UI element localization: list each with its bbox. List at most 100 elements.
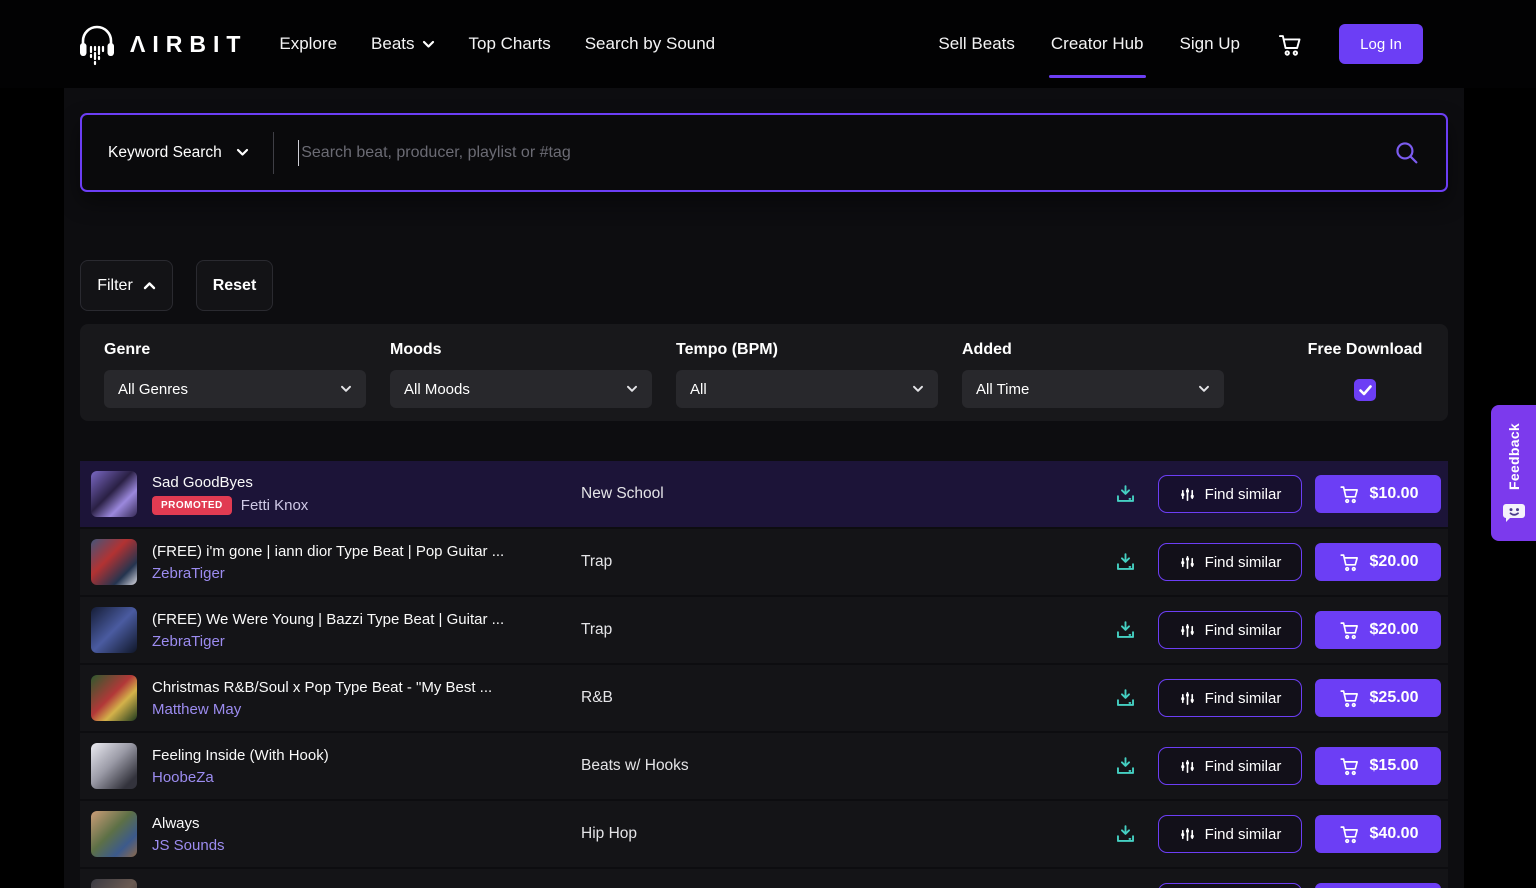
tune-sliders-icon [1179, 622, 1196, 639]
beat-genre: Hip Hop [581, 825, 1114, 843]
find-similar-label: Find similar [1205, 486, 1282, 503]
free-download-icon[interactable] [1114, 823, 1137, 846]
free-download-icon[interactable] [1114, 687, 1137, 710]
add-to-cart-button[interactable]: $15.00 [1315, 747, 1441, 785]
text-caret [298, 140, 300, 166]
brand-name: ΛIRBIT [130, 31, 247, 58]
filter-field-genre: Genre All Genres [104, 341, 366, 421]
cart-icon [1338, 483, 1360, 505]
nav-item-creator-hub[interactable]: Creator Hub [1051, 34, 1144, 54]
nav-item-sign-up[interactable]: Sign Up [1180, 34, 1240, 54]
find-similar-label: Find similar [1205, 622, 1282, 639]
add-to-cart-button[interactable]: $10.00 [1315, 475, 1441, 513]
genre-select[interactable]: All Genres [104, 370, 366, 408]
beat-row[interactable]: (FREE) i'm gone | iann dior Type Beat | … [80, 529, 1448, 595]
price-label: $40.00 [1370, 825, 1419, 843]
filter-toggle-button[interactable]: Filter [80, 260, 173, 311]
filter-field-moods: Moods All Moods [390, 341, 652, 421]
producer-link[interactable]: Fetti Knox [241, 497, 309, 514]
beat-info: (FREE) i'm gone | iann dior Type Beat | … [152, 543, 581, 582]
cart-icon[interactable] [1276, 31, 1303, 58]
beat-thumbnail[interactable] [91, 607, 137, 653]
free-download-icon[interactable] [1114, 483, 1137, 506]
cart-icon [1338, 619, 1360, 641]
add-to-cart-button[interactable]: $25.00 [1315, 679, 1441, 717]
free-download-icon[interactable] [1114, 619, 1137, 642]
chevron-down-icon [912, 385, 924, 393]
beat-thumbnail[interactable] [91, 675, 137, 721]
cart-icon [1338, 823, 1360, 845]
beat-row[interactable]: Always JS Sounds Hip Hop [80, 801, 1448, 867]
add-to-cart-button[interactable]: $40.00 [1315, 815, 1441, 853]
beat-thumbnail[interactable] [91, 539, 137, 585]
beat-row[interactable]: Sad GoodByes PROMOTED Fetti Knox New Sch… [80, 461, 1448, 527]
beat-genre: R&B [581, 689, 1114, 707]
reset-filters-button[interactable]: Reset [196, 260, 273, 311]
add-to-cart-button[interactable]: $20.00 [1315, 543, 1441, 581]
add-to-cart-button[interactable] [1315, 883, 1441, 888]
search-mode-dropdown[interactable]: Keyword Search [108, 144, 249, 162]
search-mode-label: Keyword Search [108, 144, 222, 162]
producer-link[interactable]: Matthew May [152, 701, 241, 718]
search-icon[interactable] [1393, 139, 1420, 166]
beat-thumbnail[interactable] [91, 811, 137, 857]
find-similar-button[interactable]: Find similar [1158, 883, 1302, 888]
nav-item-search-by-sound[interactable]: Search by Sound [585, 34, 715, 54]
beat-thumbnail[interactable] [91, 743, 137, 789]
producer-link[interactable]: HoobeZa [152, 769, 214, 786]
brand-logo[interactable]: ΛIRBIT [76, 21, 247, 67]
find-similar-button[interactable]: Find similar [1158, 475, 1302, 513]
beat-thumbnail[interactable] [91, 471, 137, 517]
tune-sliders-icon [1179, 690, 1196, 707]
added-select[interactable]: All Time [962, 370, 1224, 408]
beat-row[interactable]: Outside - Brooklyn x UK Drill Type Beat … [80, 869, 1448, 888]
moods-select[interactable]: All Moods [390, 370, 652, 408]
producer-link[interactable]: ZebraTiger [152, 633, 225, 650]
free-download-icon[interactable] [1114, 551, 1137, 574]
nav-right: Sell Beats Creator Hub Sign Up Log In [938, 24, 1423, 64]
find-similar-button[interactable]: Find similar [1158, 543, 1302, 581]
producer-link[interactable]: ZebraTiger [152, 565, 225, 582]
search-input[interactable] [301, 144, 1381, 162]
chevron-down-icon [1198, 385, 1210, 393]
find-similar-button[interactable]: Find similar [1158, 679, 1302, 717]
beat-title: Christmas R&B/Soul x Pop Type Beat - "My… [152, 679, 581, 696]
find-similar-button[interactable]: Find similar [1158, 747, 1302, 785]
check-icon [1359, 385, 1372, 396]
producer-link[interactable]: JS Sounds [152, 837, 225, 854]
beat-subline: ZebraTiger [152, 565, 581, 582]
feedback-tab[interactable]: Feedback [1491, 405, 1536, 541]
beat-title: Always [152, 815, 581, 832]
headphones-logo-icon [76, 21, 118, 67]
nav-item-sell-beats[interactable]: Sell Beats [938, 34, 1015, 54]
nav-item-explore[interactable]: Explore [279, 34, 337, 54]
search-bar: Keyword Search [80, 113, 1448, 192]
tempo-select[interactable]: All [676, 370, 938, 408]
beat-row[interactable]: Feeling Inside (With Hook) HoobeZa Beats… [80, 733, 1448, 799]
free-download-icon[interactable] [1114, 755, 1137, 778]
free-download-checkbox[interactable] [1354, 379, 1376, 401]
beat-row[interactable]: (FREE) We Were Young | Bazzi Type Beat |… [80, 597, 1448, 663]
chevron-down-icon [422, 40, 435, 49]
beat-subline: PROMOTED Fetti Knox [152, 496, 581, 515]
find-similar-label: Find similar [1205, 826, 1282, 843]
nav-item-beats[interactable]: Beats [371, 34, 434, 54]
beat-subline: ZebraTiger [152, 633, 581, 650]
nav-item-top-charts[interactable]: Top Charts [469, 34, 551, 54]
beat-row[interactable]: Christmas R&B/Soul x Pop Type Beat - "My… [80, 665, 1448, 731]
page: ΛIRBIT Explore Beats Top Charts Search b… [0, 0, 1536, 888]
cart-icon [1338, 687, 1360, 709]
price-label: $10.00 [1370, 485, 1419, 503]
beat-subline: Matthew May [152, 701, 581, 718]
beat-thumbnail[interactable] [91, 879, 137, 888]
row-actions: Find similar $25.00 [1114, 679, 1441, 717]
row-actions: Find similar [1114, 883, 1441, 888]
beat-info: Christmas R&B/Soul x Pop Type Beat - "My… [152, 679, 581, 718]
add-to-cart-button[interactable]: $20.00 [1315, 611, 1441, 649]
find-similar-button[interactable]: Find similar [1158, 611, 1302, 649]
log-in-button[interactable]: Log In [1339, 24, 1423, 64]
find-similar-button[interactable]: Find similar [1158, 815, 1302, 853]
cart-icon [1338, 755, 1360, 777]
beat-info: Feeling Inside (With Hook) HoobeZa [152, 747, 581, 786]
divider [273, 132, 274, 174]
